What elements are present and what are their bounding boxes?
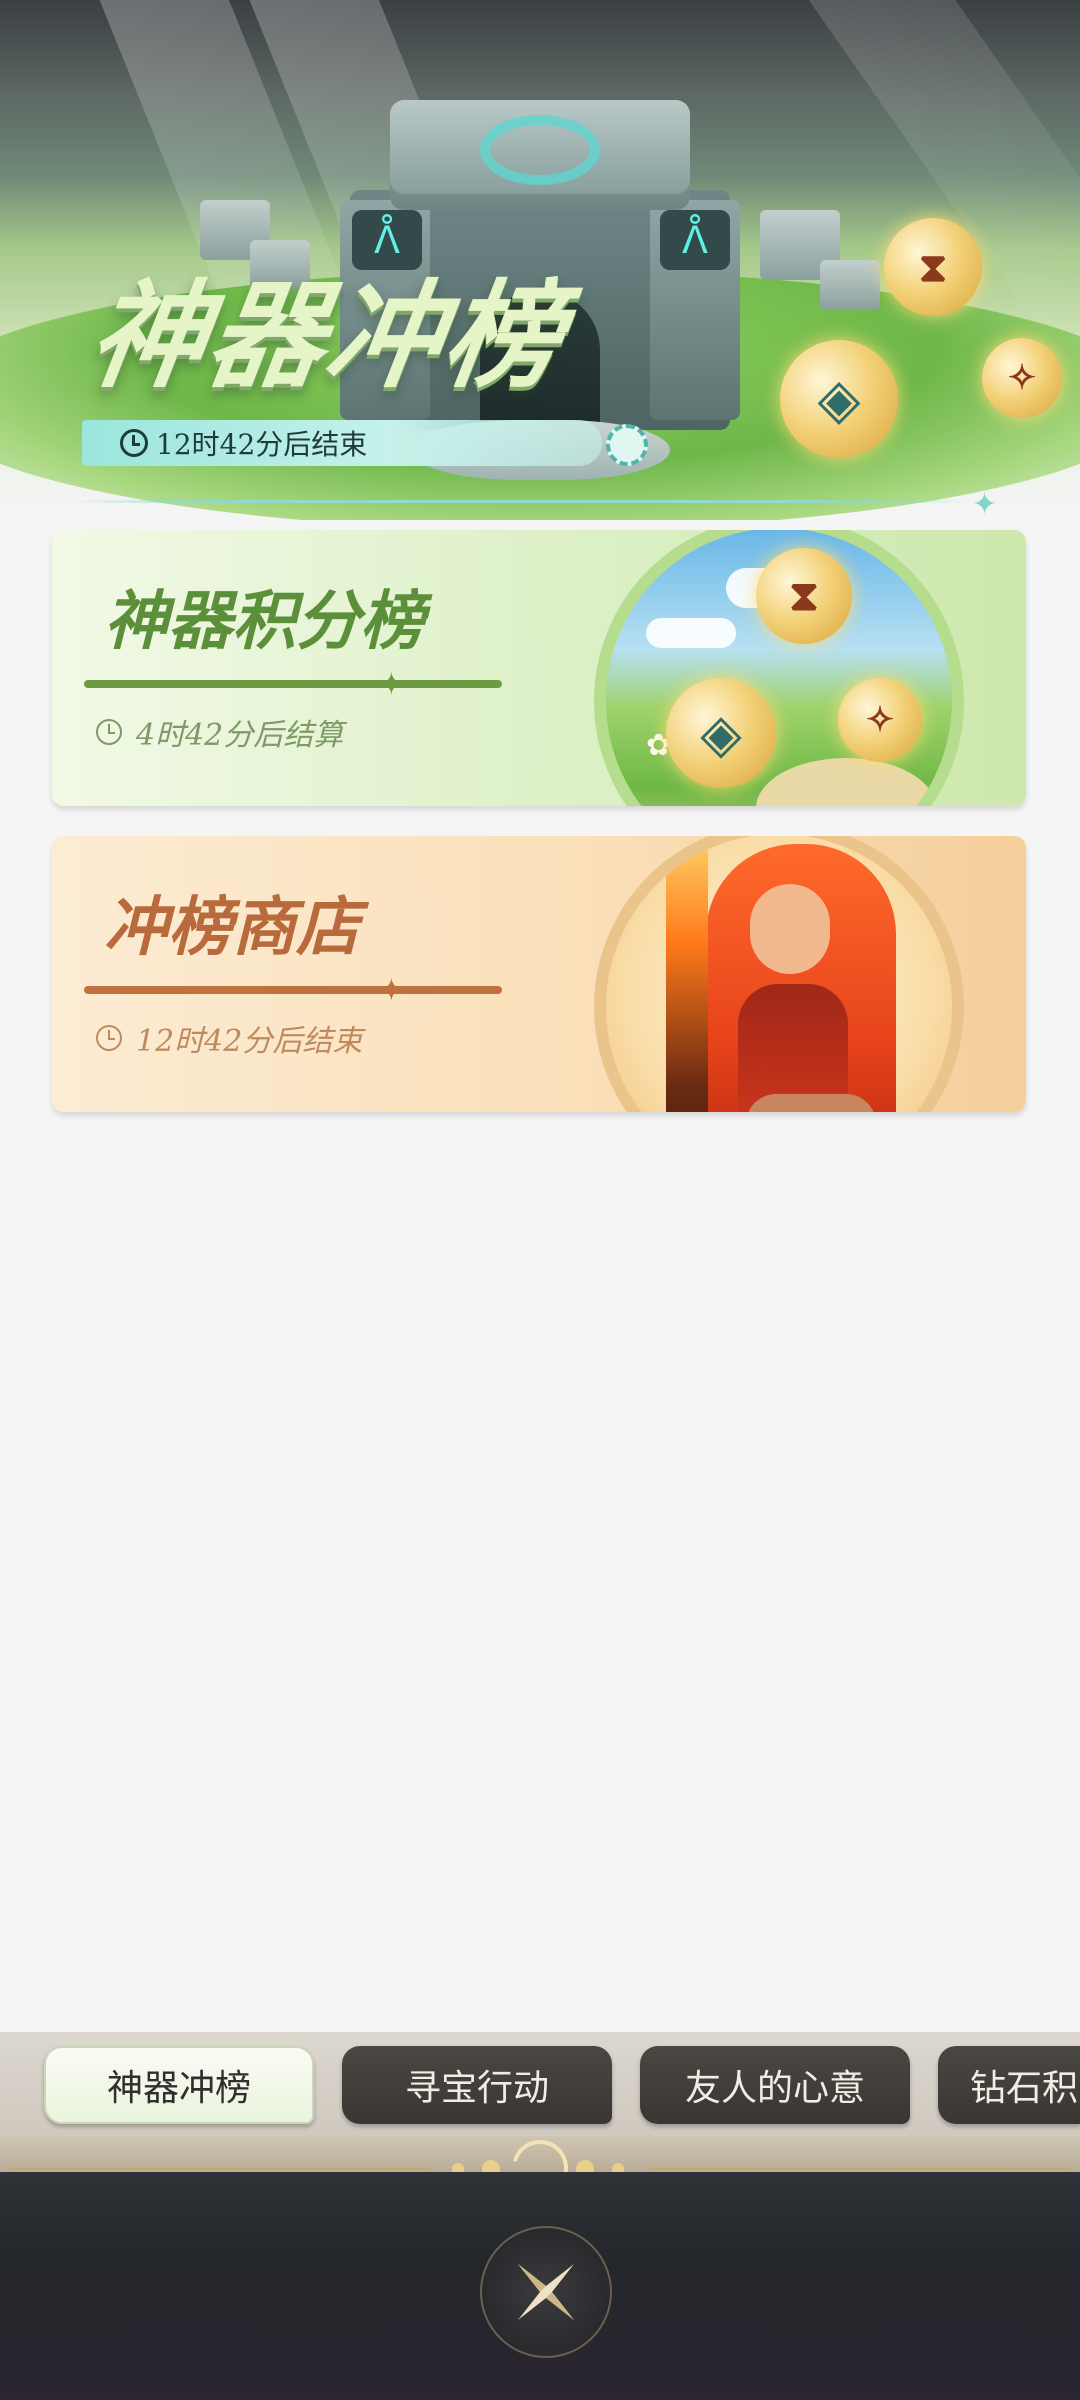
close-button[interactable]	[480, 2226, 612, 2358]
event-tab-bar: 神器冲榜 寻宝行动 友人的心意 钻石积	[0, 2032, 1080, 2136]
divider	[70, 500, 970, 503]
card-divider	[84, 680, 502, 688]
tab-artifact-leaderboard[interactable]: 神器冲榜	[44, 2046, 314, 2124]
card-timer-text: 4时42分后结算	[136, 718, 344, 753]
clock-icon	[96, 1025, 122, 1051]
wing-charm-icon: ✧	[982, 338, 1062, 418]
card-title: 冲榜商店	[104, 890, 360, 965]
hero-portrait	[594, 836, 964, 1112]
leaderboard-shop-card[interactable]: 冲榜商店 ✦ 12时42分后结束	[52, 836, 1026, 1112]
flame-sword	[666, 836, 708, 1112]
tab-treasure-hunt[interactable]: 寻宝行动	[342, 2046, 612, 2124]
card-timer: 12时42分后结束	[96, 1016, 362, 1060]
clock-icon	[96, 719, 122, 745]
ornament-line	[10, 2168, 430, 2170]
star-ornament-icon: ✦	[378, 665, 405, 703]
event-banner: ᐰ ᐰ ⧗ ◈ ✧ 神器冲榜 12时42分后结束 ✦	[0, 0, 1080, 520]
stone-cube	[820, 260, 880, 310]
artifact-leaderboard-card[interactable]: ✿ ✿ ✿ ⧗ ◈ ✧ 神器积分榜 ✦ 4时42分后结算	[52, 530, 1026, 806]
countdown-text: 12时42分后结束	[156, 428, 368, 461]
artifact-orb-icon: ⧗	[756, 548, 852, 644]
artifact-orb-icon: ⧗	[884, 218, 982, 316]
clock-icon	[120, 429, 148, 457]
event-countdown: 12时42分后结束	[82, 420, 602, 466]
fire-heroine	[686, 844, 896, 1112]
crystal-cage-icon: ◈	[780, 340, 898, 458]
wing-charm-icon: ✧	[838, 678, 922, 762]
close-icon	[518, 2264, 574, 2320]
event-title: 神器冲榜	[81, 268, 573, 404]
card-divider	[84, 986, 502, 994]
sparkle-icon: ✦	[972, 487, 998, 520]
gear-icon	[606, 424, 648, 466]
card-timer: 4时42分后结算	[96, 710, 343, 754]
meadow-scene: ✿ ✿ ✿ ⧗ ◈ ✧	[594, 530, 964, 806]
card-timer-text: 12时42分后结束	[136, 1024, 363, 1059]
ornament-line	[650, 2168, 1070, 2170]
crystal-cage-icon: ◈	[666, 678, 776, 788]
tab-diamond[interactable]: 钻石积	[938, 2046, 1080, 2124]
card-title: 神器积分榜	[104, 584, 424, 659]
tab-friend-gift[interactable]: 友人的心意	[640, 2046, 910, 2124]
star-ornament-icon: ✦	[378, 971, 405, 1009]
